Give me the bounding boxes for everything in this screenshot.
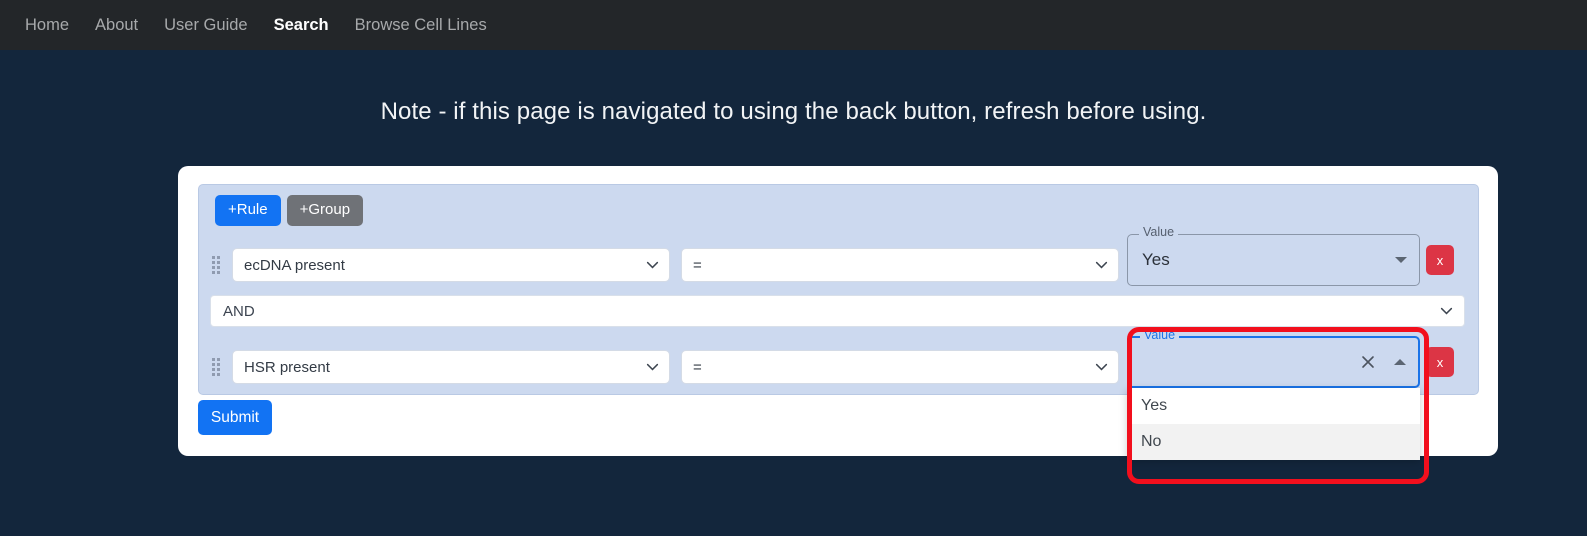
- triangle-up-icon: [1394, 359, 1406, 365]
- rule-value-text: Yes: [1142, 250, 1170, 269]
- rule-operator-value: =: [693, 358, 702, 376]
- value-option-no[interactable]: No: [1127, 424, 1420, 460]
- conjunction-value: AND: [223, 302, 255, 320]
- value-dropdown-menu: Yes No: [1127, 388, 1420, 460]
- delete-rule-button[interactable]: x: [1426, 347, 1454, 377]
- nav-link-search[interactable]: Search: [261, 12, 342, 39]
- navbar: Home About User Guide Search Browse Cell…: [0, 0, 1587, 50]
- nav-link-home[interactable]: Home: [12, 12, 82, 39]
- nav-link-about[interactable]: About: [82, 12, 151, 39]
- drag-dots-icon[interactable]: [212, 357, 220, 377]
- triangle-down-icon: [1395, 257, 1407, 263]
- nav-link-browse-cell-lines[interactable]: Browse Cell Lines: [342, 12, 500, 39]
- value-option-yes[interactable]: Yes: [1127, 388, 1420, 424]
- conjunction-select[interactable]: AND: [210, 295, 1465, 327]
- clear-icon[interactable]: [1360, 354, 1376, 370]
- chevron-down-icon: [1095, 361, 1108, 374]
- rule-operator-select[interactable]: =: [681, 248, 1119, 282]
- submit-button[interactable]: Submit: [198, 400, 272, 435]
- rule-value-label: Value: [1139, 226, 1179, 239]
- add-group-button[interactable]: +Group: [286, 195, 364, 226]
- rule-operator-value: =: [693, 256, 702, 274]
- rule-value-select[interactable]: Value: [1127, 329, 1420, 388]
- drag-dots-icon[interactable]: [212, 255, 220, 275]
- chevron-down-icon: [1095, 259, 1108, 272]
- add-rule-button[interactable]: +Rule: [215, 195, 281, 226]
- rule-field-select[interactable]: HSR present: [232, 350, 670, 384]
- rule-value-label: Value: [1140, 329, 1180, 342]
- delete-rule-button[interactable]: x: [1426, 245, 1454, 275]
- chevron-down-icon: [1440, 305, 1453, 318]
- rule-value-select[interactable]: Value Yes: [1127, 226, 1420, 286]
- rule-field-value: ecDNA present: [244, 256, 345, 274]
- page-note: Note - if this page is navigated to usin…: [380, 98, 1207, 125]
- rule-operator-select[interactable]: =: [681, 350, 1119, 384]
- nav-link-user-guide[interactable]: User Guide: [151, 12, 260, 39]
- rule-field-value: HSR present: [244, 358, 330, 376]
- builder-toolbar: +Rule +Group: [215, 195, 364, 226]
- rule-field-select[interactable]: ecDNA present: [232, 248, 670, 282]
- chevron-down-icon: [646, 361, 659, 374]
- chevron-down-icon: [646, 259, 659, 272]
